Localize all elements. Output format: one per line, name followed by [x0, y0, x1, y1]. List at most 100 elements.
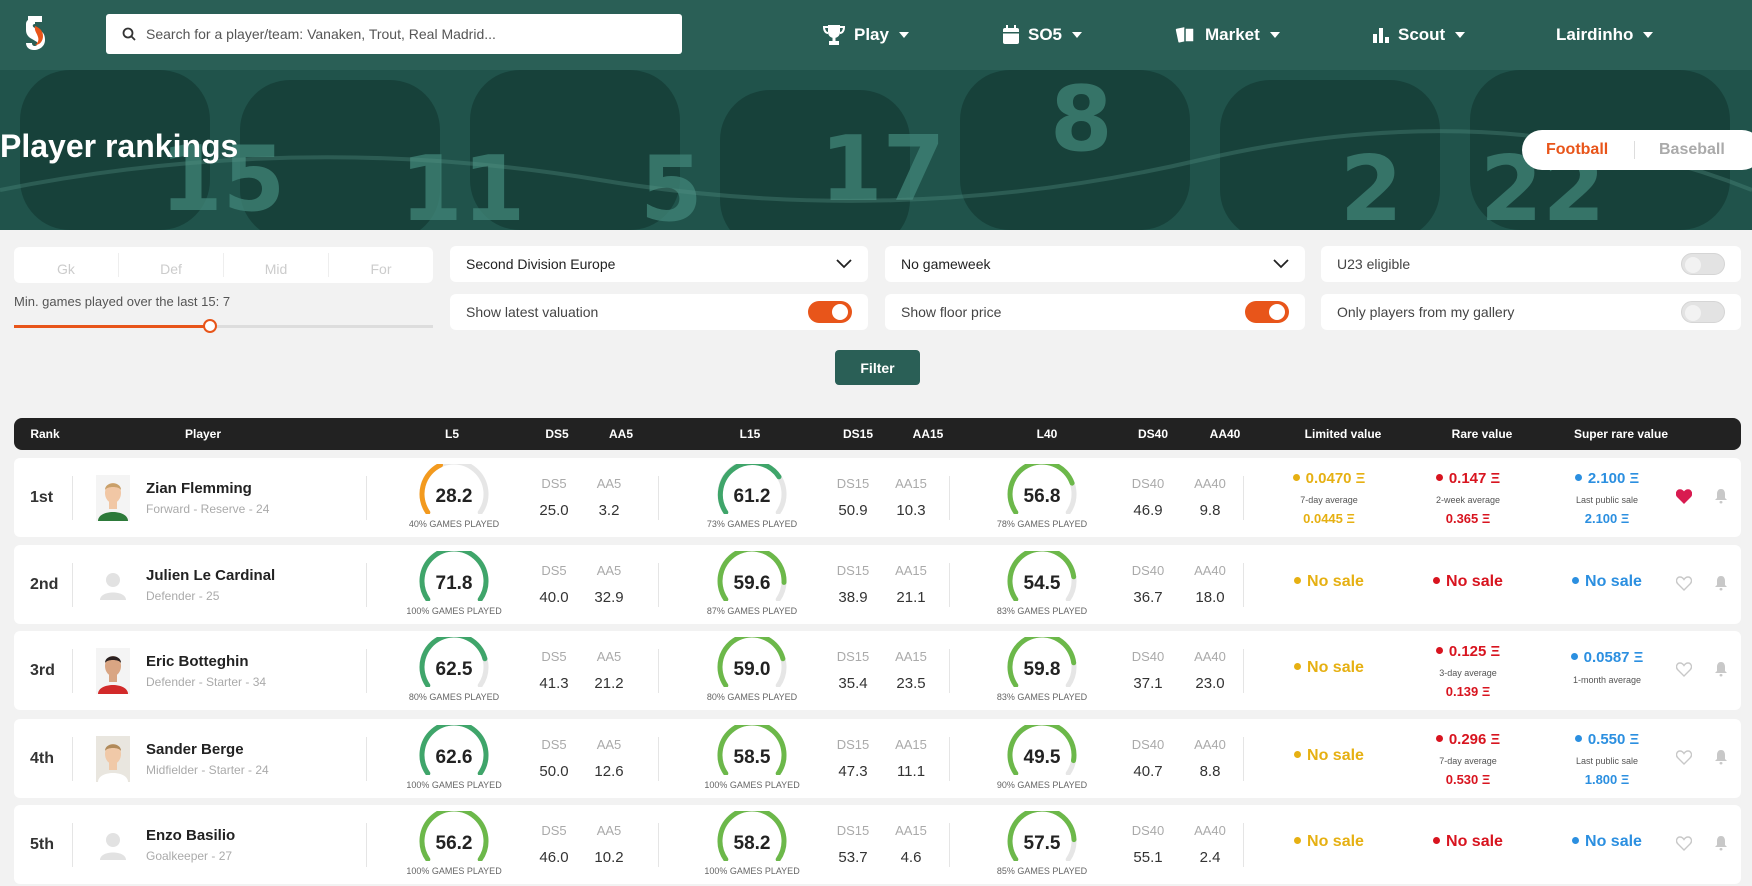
header-rank[interactable]: Rank: [30, 427, 59, 441]
header-ds40[interactable]: DS40: [1138, 427, 1168, 441]
rarity-dot: [1294, 663, 1302, 670]
page-title: Player rankings: [0, 128, 239, 164]
table-row[interactable]: 2nd Julien Le Cardinal Defender - 25 71.8 …: [14, 545, 1741, 624]
stat-label: DS5: [541, 823, 567, 838]
heart-icon[interactable]: [1676, 662, 1692, 677]
sorare-logo[interactable]: [20, 14, 50, 50]
sport-switch: Football Baseball: [1522, 130, 1752, 170]
l5-score: 62.6 100% GAMES PLAYED: [406, 725, 502, 791]
position-def[interactable]: Def: [119, 253, 224, 277]
gallery-toggle[interactable]: [1681, 301, 1725, 323]
floor-price-toggle[interactable]: [1245, 301, 1289, 323]
slider-handle[interactable]: [202, 319, 217, 333]
position-mid[interactable]: Mid: [224, 253, 329, 277]
stat-label: DS5: [541, 563, 567, 578]
heart-icon[interactable]: [1676, 576, 1692, 591]
chevron-down-icon: [1273, 259, 1289, 269]
bell-icon[interactable]: [1714, 661, 1728, 677]
stat-value: 25.0: [539, 502, 569, 519]
header-aa40[interactable]: AA40: [1210, 427, 1241, 441]
player-name[interactable]: Sander Berge: [146, 741, 244, 758]
stat-value: 35.4: [838, 675, 868, 692]
user-menu[interactable]: Lairdinho: [1556, 0, 1654, 70]
search-placeholder: Search for a player/team: Vanaken, Trout…: [146, 26, 496, 42]
stat-value: 11.1: [896, 763, 926, 780]
table-row[interactable]: 4th Sander Berge Midfielder - Starter - 24…: [14, 719, 1741, 798]
stat-label: AA5: [596, 737, 622, 752]
stat-label: DS15: [836, 563, 870, 578]
filter-button[interactable]: Filter: [835, 350, 920, 385]
header-l5[interactable]: L5: [445, 427, 459, 441]
price-period: 2-week average: [1435, 495, 1501, 505]
header-super-rare-value[interactable]: Super rare value: [1574, 427, 1668, 441]
header-aa5[interactable]: AA5: [609, 427, 633, 441]
l5-score: 71.8 100% GAMES PLAYED: [406, 551, 502, 617]
stat-value: 50.9: [838, 502, 868, 519]
position-gk[interactable]: Gk: [14, 253, 119, 277]
header-ds5[interactable]: DS5: [545, 427, 568, 441]
player-name[interactable]: Zian Flemming: [146, 480, 252, 497]
rarity-dot: [1435, 735, 1443, 742]
rarity-dot: [1294, 837, 1302, 844]
rarity-dot: [1574, 474, 1582, 481]
floor-price-filter: Show floor price: [885, 294, 1305, 330]
score-value: 71.8: [435, 573, 473, 594]
stat-label: AA40: [1194, 737, 1226, 752]
tab-football[interactable]: Football: [1522, 141, 1635, 159]
header-aa15[interactable]: AA15: [913, 427, 944, 441]
position-for[interactable]: For: [329, 253, 433, 277]
price-period: Last public sale: [1575, 495, 1639, 505]
header-player[interactable]: Player: [185, 427, 221, 441]
bell-icon[interactable]: [1714, 749, 1728, 765]
valuation-toggle[interactable]: [808, 301, 852, 323]
rarity-dot: [1574, 735, 1582, 742]
nav-play[interactable]: Play: [822, 0, 909, 70]
rarity-dot: [1572, 837, 1580, 844]
player-name[interactable]: Eric Botteghin: [146, 653, 249, 670]
player-name[interactable]: Enzo Basilio: [146, 827, 235, 844]
player-name[interactable]: Julien Le Cardinal: [146, 567, 275, 584]
table-row[interactable]: 5th Enzo Basilio Goalkeeper - 27 56.2 100%…: [14, 805, 1741, 884]
stat-value: 40.7: [1133, 763, 1163, 780]
slider-fill: [14, 325, 210, 328]
gameweek-select[interactable]: No gameweek: [885, 246, 1305, 282]
rarity-dot: [1294, 751, 1302, 758]
player-avatar: [96, 736, 130, 782]
header-rare-value[interactable]: Rare value: [1452, 427, 1513, 441]
stat-label: AA40: [1194, 649, 1226, 664]
bell-icon[interactable]: [1714, 835, 1728, 851]
header-limited-value[interactable]: Limited value: [1305, 427, 1382, 441]
stat-value: 38.9: [838, 589, 868, 606]
tab-baseball[interactable]: Baseball: [1635, 141, 1725, 159]
score-value: 57.5: [1023, 833, 1061, 854]
nav-so5[interactable]: SO5: [1002, 0, 1083, 70]
stat-value: 46.9: [1133, 502, 1163, 519]
league-select[interactable]: Second Division Europe: [450, 246, 868, 282]
table-row[interactable]: 3rd Eric Botteghin Defender - Starter - 34…: [14, 631, 1741, 710]
nav-market[interactable]: Market: [1175, 0, 1280, 70]
l40-score: 49.5 90% GAMES PLAYED: [994, 725, 1090, 791]
heart-icon[interactable]: [1676, 489, 1692, 504]
min-games-slider[interactable]: [14, 319, 433, 333]
stat-label: DS40: [1131, 476, 1165, 491]
bell-icon[interactable]: [1714, 575, 1728, 591]
score-value: 56.8: [1023, 486, 1061, 507]
stat-value: 50.0: [539, 763, 569, 780]
header-ds15[interactable]: DS15: [843, 427, 873, 441]
nav-scout[interactable]: Scout: [1372, 0, 1466, 70]
search-input[interactable]: Search for a player/team: Vanaken, Trout…: [106, 14, 682, 54]
stat-value: 21.1: [896, 589, 926, 606]
floor-price: 2.100 Ξ: [1584, 511, 1630, 526]
u23-toggle[interactable]: [1681, 253, 1725, 275]
heart-icon[interactable]: [1676, 836, 1692, 851]
bell-icon[interactable]: [1714, 488, 1728, 504]
heart-icon[interactable]: [1676, 750, 1692, 765]
player-avatar: [96, 822, 130, 868]
stat-value: 12.6: [594, 763, 624, 780]
header-l15[interactable]: L15: [740, 427, 761, 441]
floor-price: 0.139 Ξ: [1445, 684, 1491, 699]
stat-label: DS15: [836, 737, 870, 752]
table-row[interactable]: 1st Zian Flemming Forward - Reserve - 24 2…: [14, 458, 1741, 537]
header-l40[interactable]: L40: [1037, 427, 1058, 441]
stat-label: AA15: [895, 563, 927, 578]
